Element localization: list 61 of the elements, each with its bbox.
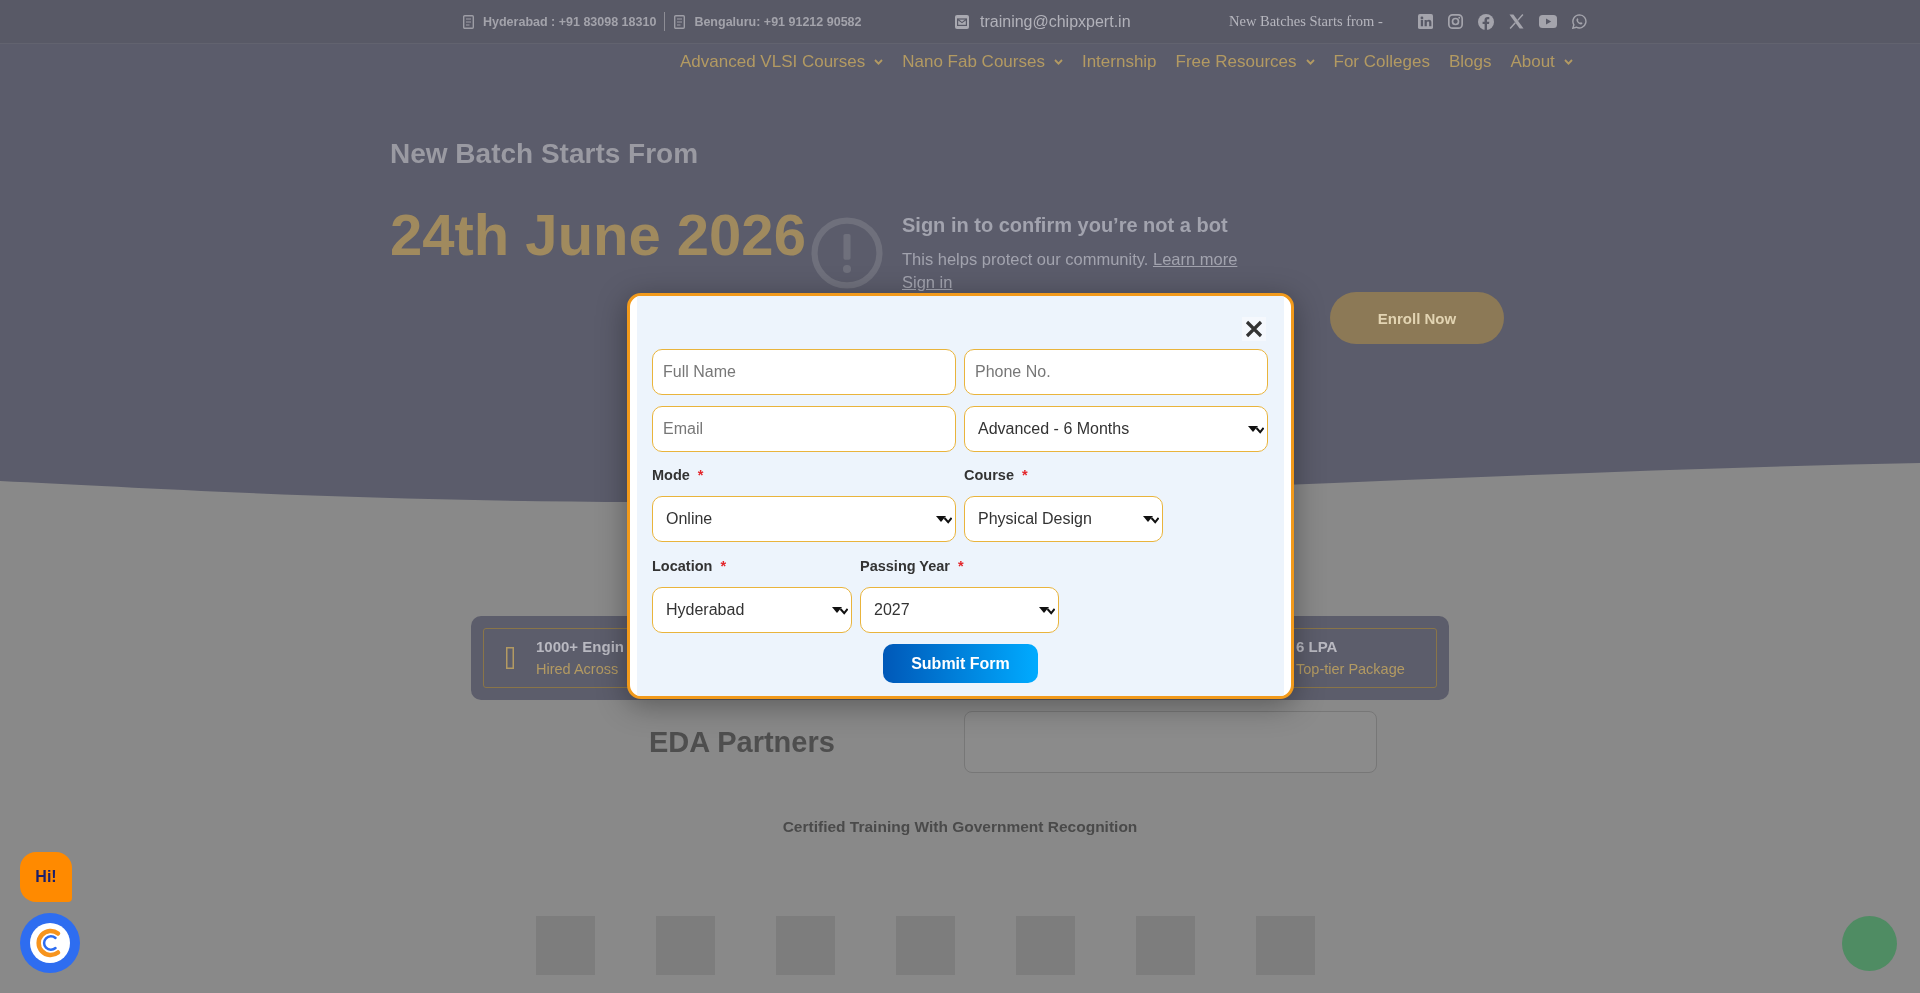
chat-launcher-button[interactable] xyxy=(20,913,80,973)
section-heading: EDA Partners xyxy=(649,725,835,759)
field-label: Passing Year xyxy=(860,557,951,575)
nav-link[interactable]: About xyxy=(1510,52,1573,72)
field-label: Course xyxy=(964,466,1014,484)
text-input-field[interactable]: Email xyxy=(652,406,956,452)
caret-down-icon xyxy=(1248,424,1264,434)
linkedin-icon[interactable] xyxy=(1418,14,1433,29)
dropdown-select[interactable]: Hyderabad xyxy=(652,587,852,633)
mail-icon xyxy=(955,14,969,29)
required-mark: * xyxy=(1021,466,1028,484)
phone-number[interactable]: Hyderabad : +91 83098 18310 xyxy=(483,14,657,29)
alert-circle-icon xyxy=(811,217,883,289)
field-label: Location xyxy=(652,557,713,575)
whatsapp-icon[interactable] xyxy=(1572,14,1587,29)
stat-title: 1000+ Engin xyxy=(536,638,624,656)
instagram-icon[interactable] xyxy=(1448,14,1463,29)
enroll-button[interactable]: Enroll Now xyxy=(1330,292,1504,344)
embed-message: This helps protect our community. Learn more xyxy=(902,249,1238,269)
nav-link[interactable]: Nano Fab Courses xyxy=(902,52,1063,72)
sign-in-link[interactable]: Sign in xyxy=(902,272,953,292)
close-icon xyxy=(1245,320,1263,338)
embed-title: Sign in to confirm you’re not a bot xyxy=(902,213,1228,237)
dropdown-select[interactable]: Physical Design xyxy=(964,496,1163,542)
dropdown-select[interactable]: 2027 xyxy=(860,587,1059,633)
document-icon xyxy=(463,14,474,29)
section-subheading: Certified Training With Government Recognition xyxy=(782,817,1138,837)
stat-subtitle: Hired Across xyxy=(536,660,619,678)
required-mark: * xyxy=(958,557,964,575)
required-mark: * xyxy=(697,466,704,484)
stat-subtitle: Top-tier Package xyxy=(1296,660,1405,678)
email-link[interactable]: training@chipxpert.in xyxy=(980,12,1131,31)
document-icon xyxy=(674,14,686,29)
phone-number[interactable]: Bengaluru: +91 91212 90582 xyxy=(694,14,862,29)
field-label: Mode xyxy=(652,466,690,484)
nav-link[interactable]: For Colleges xyxy=(1333,52,1430,72)
youtube-icon[interactable] xyxy=(1539,15,1557,28)
batch-notice: New Batches Starts from - xyxy=(1229,13,1383,30)
batch-date: 24th June 2026 xyxy=(390,201,806,268)
caret-down-icon xyxy=(1039,605,1055,615)
caret-down-icon xyxy=(936,514,952,524)
required-mark: * xyxy=(720,557,727,575)
stat-title: 6 LPA xyxy=(1296,638,1338,656)
nav-link[interactable]: Free Resources xyxy=(1175,52,1315,72)
text-input-field[interactable]: Full Name xyxy=(652,349,956,395)
text-input-field[interactable]: Phone No. xyxy=(964,349,1268,395)
nav-link[interactable]: Advanced VLSI Courses xyxy=(680,52,884,72)
learn-more-link[interactable]: Learn more xyxy=(1152,250,1238,268)
nav-link[interactable]: Blogs xyxy=(1448,52,1492,72)
facebook-icon[interactable] xyxy=(1478,13,1494,30)
dropdown-select[interactable]: Online xyxy=(652,496,956,542)
dropdown-select[interactable]: Advanced - 6 Months xyxy=(964,406,1268,452)
hero-subtitle: New Batch Starts From xyxy=(390,137,699,171)
caret-down-icon xyxy=(832,605,848,615)
close-button[interactable] xyxy=(1242,317,1266,341)
greeting-bubble[interactable]: Hi! xyxy=(20,852,72,902)
submit-button[interactable]: Submit Form xyxy=(883,644,1038,683)
caret-down-icon xyxy=(1143,514,1159,524)
nav-link[interactable]: Internship xyxy=(1081,52,1157,72)
c-arc-icon xyxy=(30,923,70,963)
x-icon[interactable] xyxy=(1509,14,1524,29)
